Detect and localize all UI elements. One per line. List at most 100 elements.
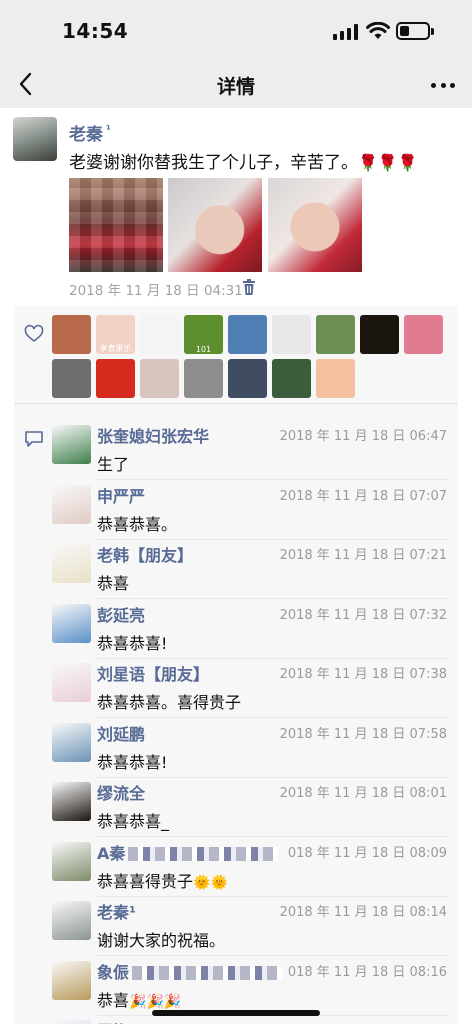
commenter-avatar[interactable] xyxy=(52,782,91,821)
commenter-name[interactable]: 老韩【朋友】 xyxy=(97,542,193,566)
comment-item[interactable]: 彭延亮 2018 年 11 月 18 日 07:32 恭喜恭喜! xyxy=(52,599,448,659)
comment-text-content: 恭喜恭喜! xyxy=(97,633,168,653)
more-options-icon[interactable] xyxy=(428,70,458,100)
post-date: 2018 年 11 月 18 日 04:31 xyxy=(69,283,243,299)
comment-text-content: 谢谢大家的祝福。 xyxy=(97,931,226,950)
comment-item[interactable]: 雪梅 2018 年 11 月 18 日 08:16 xyxy=(52,1015,448,1024)
commenter-avatar[interactable] xyxy=(52,425,91,464)
comment-text: 恭喜恭喜! xyxy=(97,630,167,654)
comment-text-content: 恭喜恭喜! xyxy=(97,752,168,772)
battery-icon xyxy=(396,22,430,40)
tomato-cartoon-avatar[interactable]: 享食果乐 xyxy=(96,315,135,354)
comment-item[interactable]: 缪流全 2018 年 11 月 18 日 08:01 恭喜恭喜_ xyxy=(52,777,448,837)
commenter-name[interactable]: 老秦¹ xyxy=(97,899,136,923)
comment-text: 恭喜恭喜! xyxy=(97,749,167,773)
commenter-avatar[interactable] xyxy=(52,901,91,940)
comment-text: 恭喜喜得贵子🌞🌞 xyxy=(97,868,228,892)
likes-comments-panel: 享食果乐 101 张奎媳妇张宏华 2018 年 11 月 18 日 06:47 生了申… xyxy=(14,306,458,1024)
status-bar: 14:54 xyxy=(0,0,472,62)
commenter-name[interactable]: 刘延鹏 xyxy=(97,721,145,745)
commenter-avatar[interactable] xyxy=(52,722,91,762)
commenter-name[interactable]: 刘星语【朋友】 xyxy=(97,661,209,685)
sunset-landscape-avatar[interactable] xyxy=(52,315,91,354)
comment-time: 2018 年 11 月 18 日 07:38 xyxy=(279,667,447,682)
commenter-name[interactable]: 张奎媳妇张宏华 xyxy=(97,423,209,447)
comment-time: 018 年 11 月 18 日 08:16 xyxy=(287,964,447,980)
likes-section: 享食果乐 101 xyxy=(14,306,458,404)
pink-girl-avatar[interactable] xyxy=(404,315,443,354)
comment-time: 018 年 11 月 18 日 08:09 xyxy=(287,845,447,861)
post-author-avatar[interactable] xyxy=(13,117,57,161)
commenter-name-text: 象侲 xyxy=(97,962,130,982)
couple-photo-avatar[interactable] xyxy=(184,359,223,398)
commenter-avatar[interactable] xyxy=(52,1020,91,1024)
commenter-name[interactable]: 缪流全 xyxy=(97,780,145,804)
cartoon-boy-avatar[interactable] xyxy=(316,359,355,398)
commenter-avatar[interactable] xyxy=(52,841,91,881)
commenter-name-text: A秦 xyxy=(97,843,126,863)
comment-text-content: 恭喜恭喜_ xyxy=(97,812,170,831)
post-photo[interactable] xyxy=(168,178,262,272)
comment-text: 恭喜 xyxy=(97,570,129,594)
comment-item[interactable]: 象侲 018 年 11 月 18 日 08:16 恭喜🎉🎉🎉 xyxy=(52,956,448,1016)
comment-emoji: 🌞🌞 xyxy=(193,874,228,891)
commenter-name[interactable]: 雪梅 xyxy=(97,1018,129,1024)
comment-item[interactable]: 张奎媳妇张宏华 2018 年 11 月 18 日 06:47 生了 xyxy=(52,420,448,480)
commenter-name-text: 张奎媳妇张宏华 xyxy=(97,427,210,446)
commenter-name[interactable]: 申严严 xyxy=(97,483,145,507)
home-indicator xyxy=(152,1010,320,1016)
redacted-name-mask xyxy=(132,966,283,980)
comment-time: 2018 年 11 月 18 日 07:07 xyxy=(279,488,447,504)
commenter-avatar[interactable] xyxy=(52,960,91,1000)
post-photo[interactable] xyxy=(69,178,163,272)
wifi-icon xyxy=(366,22,390,39)
comment-time: 2018 年 11 月 18 日 08:01 xyxy=(279,786,447,801)
comment-item[interactable]: 申严严 2018 年 11 月 18 日 07:07 恭喜恭喜。 xyxy=(52,480,448,540)
ink-sketch-avatar[interactable] xyxy=(140,315,179,354)
comment-text: 恭喜恭喜。 xyxy=(97,511,177,535)
comment-text: 恭喜恭喜。喜得贵子 xyxy=(97,689,241,713)
commenter-avatar[interactable] xyxy=(52,663,91,702)
man-portrait-avatar[interactable] xyxy=(272,315,311,354)
comment-time: 2018 年 11 月 18 日 07:58 xyxy=(279,726,447,742)
nav-bar: 详情 xyxy=(0,62,472,108)
post-author-name[interactable]: 老秦 ¹ xyxy=(69,120,111,145)
jade-bracelet-avatar[interactable] xyxy=(272,359,311,398)
commenter-name[interactable]: A秦 xyxy=(97,840,279,864)
comment-text-content: 恭喜 xyxy=(97,990,130,1010)
comment-text-content: 恭喜 xyxy=(97,574,130,593)
trash-icon[interactable] xyxy=(241,279,257,296)
comment-item[interactable]: 老秦¹ 2018 年 11 月 18 日 08:14 谢谢大家的祝福。 xyxy=(52,896,448,956)
comment-icon xyxy=(25,431,43,447)
comment-emoji: 🎉🎉🎉 xyxy=(129,993,182,1010)
umbrella-silhouette-avatar[interactable] xyxy=(52,359,91,398)
commenter-avatar[interactable] xyxy=(52,544,91,583)
commenter-name-text: 刘延鹏 xyxy=(97,724,146,744)
comment-item[interactable]: 刘延鹏 2018 年 11 月 18 日 07:58 恭喜恭喜! xyxy=(52,718,448,778)
comment-time: 2018 年 11 月 18 日 08:16 xyxy=(280,1020,447,1024)
commenter-name[interactable]: 彭延亮 xyxy=(97,602,145,626)
comment-item[interactable]: 老韩【朋友】 2018 年 11 月 18 日 07:21 恭喜 xyxy=(52,539,448,599)
woman-portrait-avatar[interactable] xyxy=(140,359,179,398)
post-photo[interactable] xyxy=(268,178,362,272)
people-group-avatar[interactable] xyxy=(228,359,267,398)
girl-garden-avatar[interactable] xyxy=(316,315,355,354)
china-flag-avatar[interactable] xyxy=(96,359,135,398)
comment-time: 2018 年 11 月 18 日 08:14 xyxy=(279,905,447,920)
commenter-name[interactable]: 象侲 xyxy=(97,959,283,983)
101-logo-avatar[interactable]: 101 xyxy=(184,315,223,354)
commenter-avatar[interactable] xyxy=(52,603,91,643)
golden-calligraphy-avatar[interactable] xyxy=(360,315,399,354)
commenter-avatar[interactable] xyxy=(52,484,91,524)
comment-text-content: 恭喜恭喜。喜得贵子 xyxy=(97,693,242,712)
commenter-name-text: 彭延亮 xyxy=(97,605,146,625)
commenter-name-text: 老秦¹ xyxy=(97,903,137,922)
post-text: 老婆谢谢你替我生了个儿子，辛苦了。🌹🌹🌹 xyxy=(69,153,418,173)
comment-time: 2018 年 11 月 18 日 07:21 xyxy=(279,548,447,563)
comment-item[interactable]: 刘星语【朋友】 2018 年 11 月 18 日 07:38 恭喜恭喜。喜得贵子 xyxy=(52,658,448,718)
mountain-lake-avatar[interactable] xyxy=(228,315,267,354)
cellular-signal-icon xyxy=(333,24,359,40)
comment-text: 谢谢大家的祝福。 xyxy=(97,927,225,951)
heart-icon xyxy=(24,324,44,343)
comment-item[interactable]: A秦 018 年 11 月 18 日 08:09 恭喜喜得贵子🌞🌞 xyxy=(52,837,448,897)
